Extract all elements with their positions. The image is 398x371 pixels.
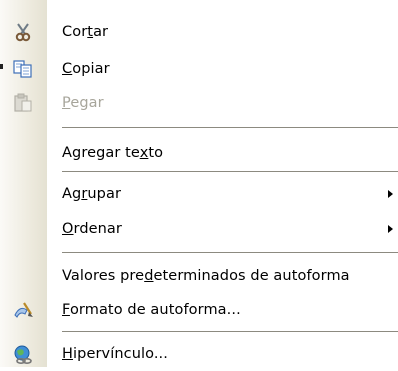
menu-separator	[62, 252, 398, 253]
menu-item-label: Formato de autoforma...	[62, 302, 241, 318]
menu-item-ordenar[interactable]: Ordenar	[0, 212, 398, 246]
menu-item-label: Valores predeterminados de autoforma	[62, 268, 350, 284]
menu-separator	[62, 331, 398, 332]
format-autoshape-icon	[12, 300, 34, 320]
submenu-arrow-icon	[388, 190, 393, 198]
menu-item-pegar[interactable]: Pegar	[0, 86, 398, 120]
context-menu: Cortar Copiar Pegar Agregar texto Agrupa…	[0, 0, 398, 367]
menu-item-copiar[interactable]: Copiar	[0, 52, 398, 86]
paste-icon	[12, 93, 34, 113]
menu-item-label: Cortar	[62, 24, 109, 40]
copy-icon	[12, 59, 34, 79]
hyperlink-icon	[12, 344, 34, 364]
menu-item-label: Ordenar	[62, 221, 122, 237]
scissors-icon	[12, 22, 34, 42]
menu-item-cortar[interactable]: Cortar	[0, 15, 398, 49]
menu-item-label: Pegar	[62, 95, 104, 111]
menu-item-valores-predeterminados[interactable]: Valores predeterminados de autoforma	[0, 259, 398, 293]
menu-item-agregar-texto[interactable]: Agregar texto	[0, 136, 398, 170]
menu-separator	[62, 127, 398, 128]
menu-item-agrupar[interactable]: Agrupar	[0, 177, 398, 211]
menu-item-label: Agregar texto	[62, 145, 164, 161]
menu-item-formato-autoforma[interactable]: Formato de autoforma...	[0, 293, 398, 327]
submenu-arrow-icon	[388, 225, 393, 233]
menu-item-label: Copiar	[62, 61, 110, 77]
menu-item-hipervinculo[interactable]: Hipervínculo...	[0, 337, 398, 371]
menu-item-label: Agrupar	[62, 186, 122, 202]
menu-separator	[62, 171, 398, 172]
menu-item-label: Hipervínculo...	[62, 346, 168, 362]
